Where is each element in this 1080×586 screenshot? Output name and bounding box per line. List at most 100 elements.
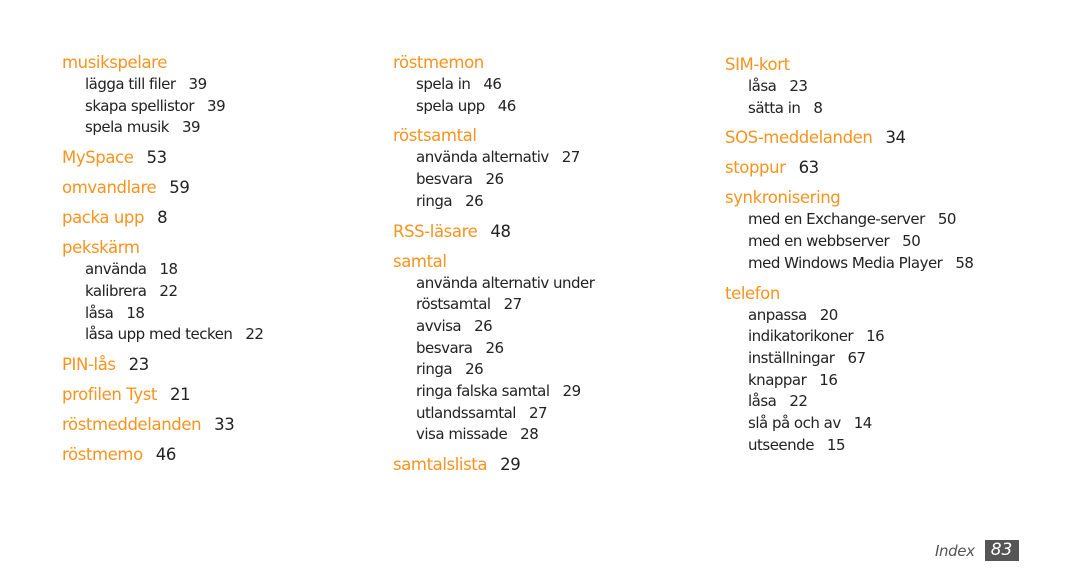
term-text: röstmemo xyxy=(62,444,143,464)
index-entry: RSS-läsare 48 xyxy=(393,221,594,243)
index-entry: telefon anpassa 20 indikatorikoner 16 inställ… xyxy=(725,283,973,457)
page-reference: 20 xyxy=(819,305,839,324)
index-subentry: låsa upp med tecken 22 xyxy=(62,324,264,346)
index-entry: omvandlare 59 xyxy=(62,177,263,199)
page-reference: 27 xyxy=(561,148,581,167)
index-term: röstmemon xyxy=(393,52,594,74)
index-column-3: SIM-kort låsa 23 sätta in 8 SOS-meddelanden 34… xyxy=(725,54,974,457)
subentry-text: spela musik xyxy=(85,118,169,137)
page-reference: 39 xyxy=(207,96,226,115)
index-term: samtal xyxy=(393,251,594,273)
subentry-text: ringa xyxy=(416,360,453,379)
index-term: pekskärm xyxy=(62,237,263,259)
index-subentry: ringa 26 xyxy=(393,359,594,381)
index-term: profilen Tyst 21 xyxy=(62,384,263,406)
page-reference: 46 xyxy=(497,96,517,115)
subentry-text: med Windows Media Player xyxy=(748,253,943,272)
page-reference: 26 xyxy=(474,316,493,335)
index-subentry: utlandssamtal 27 xyxy=(393,403,594,425)
subentry-text: ringa xyxy=(416,191,453,210)
term-text: SOS-meddelanden xyxy=(725,128,873,148)
subentry-text: besvara xyxy=(416,170,473,189)
page-reference: 67 xyxy=(847,348,866,367)
subentry-text: skapa spellistor xyxy=(85,96,195,115)
index-subentry: besvara 26 xyxy=(393,338,594,360)
index-entry: packa upp 8 xyxy=(62,207,263,229)
index-column-2: röstmemon spela in 46 spela upp 46 röstsamtal… xyxy=(393,52,595,476)
index-entry: röstmeddelanden 33 xyxy=(62,414,263,436)
term-text: pekskärm xyxy=(62,238,140,258)
index-term: röstmeddelanden 33 xyxy=(62,414,263,436)
page-reference: 48 xyxy=(490,221,511,241)
page-reference: 29 xyxy=(562,382,582,401)
term-text: musikspelare xyxy=(62,53,167,72)
term-text: stoppur xyxy=(725,158,786,178)
index-subentry: indikatorikoner 16 xyxy=(725,326,973,348)
index-subentry: sätta in 8 xyxy=(725,98,973,120)
subentry-text: utlandssamtal xyxy=(416,403,516,422)
subentry-text: med en webbserver xyxy=(748,232,890,251)
index-term: MySpace 53 xyxy=(62,147,263,169)
index-term: omvandlare 59 xyxy=(62,177,263,199)
subentry-text: låsa upp med tecken xyxy=(85,325,233,344)
footer-section-label: Index xyxy=(935,541,975,560)
index-term: packa upp 8 xyxy=(62,207,263,229)
page-reference: 16 xyxy=(819,370,838,389)
page-reference: 34 xyxy=(885,128,906,148)
term-text: samtalslista xyxy=(393,455,488,475)
index-term: telefon xyxy=(725,283,973,305)
page-footer: Index 83 xyxy=(935,540,1019,561)
subentry-text: röstsamtal xyxy=(416,295,491,314)
subentry-text: utseende xyxy=(748,435,814,454)
index-term: synkronisering xyxy=(725,187,973,209)
index-entry: PIN-lås 23 xyxy=(62,354,263,376)
subentry-text: spela upp xyxy=(416,96,485,115)
term-text: röstmeddelanden xyxy=(62,414,202,434)
index-subentry: låsa 18 xyxy=(62,303,263,325)
page-reference: 15 xyxy=(826,435,846,454)
index-entry: samtal använda alternativ under röstsamtal… xyxy=(393,251,595,447)
index-subentry: ringa falska samtal 29 xyxy=(393,381,594,403)
index-term: stoppur 63 xyxy=(725,157,973,179)
subentry-text: avvisa xyxy=(416,316,462,335)
subentry-text: slå på och av xyxy=(748,414,841,433)
index-subentry: använda alternativ under xyxy=(393,273,595,295)
page-reference: 63 xyxy=(798,158,820,178)
page-reference: 46 xyxy=(155,444,177,464)
index-subentry: låsa 22 xyxy=(725,391,973,413)
index-entry: röstmemon spela in 46 spela upp 46 xyxy=(393,52,594,117)
subentry-text: låsa xyxy=(748,77,777,95)
term-text: RSS-läsare xyxy=(393,221,478,241)
index-subentry: avvisa 26 xyxy=(393,316,594,338)
index-subentry: slå på och av 14 xyxy=(725,413,973,435)
index-subentry: använda alternativ 27 xyxy=(393,147,594,169)
page-reference: 22 xyxy=(245,325,264,344)
page-reference: 28 xyxy=(520,425,539,444)
index-entry: samtalslista 29 xyxy=(393,454,594,476)
index-column-1: musikspelare lägga till filer 39 skapa spel… xyxy=(62,52,264,466)
index-entry: profilen Tyst 21 xyxy=(62,384,263,406)
index-term: PIN-lås 23 xyxy=(62,354,263,376)
index-term: samtalslista 29 xyxy=(393,454,594,476)
index-entry: röstsamtal använda alternativ 27 besvara 26 r… xyxy=(393,125,594,212)
index-subentry: spela upp 46 xyxy=(393,96,594,118)
term-text: telefon xyxy=(725,283,780,303)
index-subentry: besvara 26 xyxy=(393,169,594,191)
subentry-text: besvara xyxy=(416,338,473,357)
page-reference: 27 xyxy=(528,403,548,422)
page-reference: 59 xyxy=(169,178,190,198)
page-reference: 8 xyxy=(157,208,168,228)
page-reference: 16 xyxy=(866,327,885,346)
page-reference: 14 xyxy=(853,414,873,433)
page-reference: 23 xyxy=(128,354,150,374)
term-text: packa upp xyxy=(62,208,145,228)
index-subentry: med Windows Media Player 58 xyxy=(725,253,974,275)
page-reference: 39 xyxy=(188,75,208,93)
index-entry: SOS-meddelanden 34 xyxy=(725,127,973,149)
index-subentry: utseende 15 xyxy=(725,435,973,457)
subentry-text: låsa xyxy=(748,392,777,411)
index-entry: musikspelare lägga till filer 39 skapa spel… xyxy=(62,52,263,139)
index-subentry: röstsamtal 27 xyxy=(393,294,594,316)
subentry-text: sätta in xyxy=(748,98,801,117)
index-subentry: knappar 16 xyxy=(725,370,973,392)
